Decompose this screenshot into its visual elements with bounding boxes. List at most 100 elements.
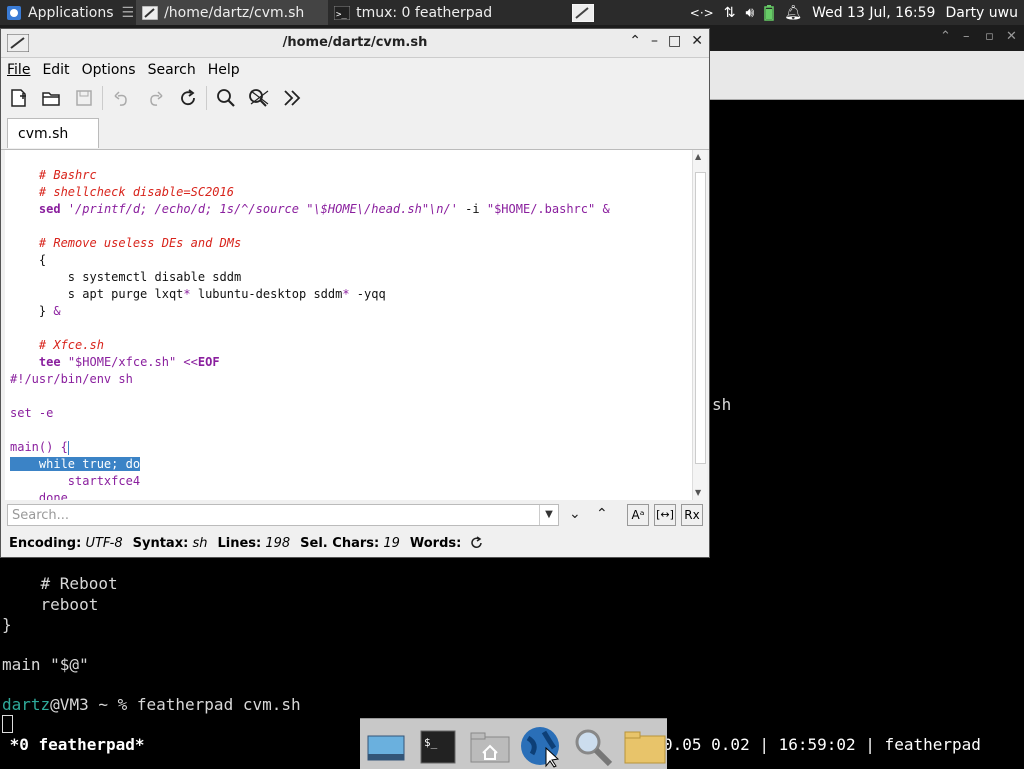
code-line: done: [10, 491, 68, 500]
minimize-icon[interactable]: ⌃: [940, 29, 951, 44]
svg-text:$_: $_: [424, 736, 438, 749]
restore-icon[interactable]: –: [963, 29, 970, 44]
refresh-words-icon[interactable]: [470, 536, 484, 550]
open-folder-icon: [41, 92, 60, 106]
code-line-selected: while true; do: [10, 457, 141, 471]
encoding-label: Encoding:: [9, 535, 82, 551]
open-file-button[interactable]: [34, 83, 67, 113]
tab-cvm-sh[interactable]: cvm.sh: [7, 118, 99, 148]
sel-chars-label: Sel. Chars:: [300, 535, 380, 551]
volume-icon[interactable]: 🔊︎: [745, 5, 754, 21]
terminal-icon[interactable]: $_: [416, 725, 460, 769]
code-line: sed '/printf/d; /echo/d; 1s/^/source "\$…: [38, 202, 610, 216]
tmux-status-right: 0.05 0.02 | 16:59:02 | featherpad: [663, 735, 981, 754]
scroll-down-icon[interactable]: ▼: [695, 488, 701, 497]
applications-icon: [7, 5, 21, 20]
show-desktop-icon[interactable]: [364, 725, 408, 769]
tab-bar: cvm.sh: [1, 117, 709, 150]
code-line: {: [10, 253, 47, 267]
match-case-button[interactable]: Aᵃ: [627, 504, 649, 526]
encoding-value: UTF-8: [85, 535, 123, 551]
code-line: } &: [10, 304, 61, 318]
code-line: s apt purge lxqt* lubuntu-desktop sddm* …: [10, 287, 386, 301]
syntax-label: Syntax:: [132, 535, 189, 551]
menu-file[interactable]: File: [1, 62, 36, 78]
featherpad-window: /home/dartz/cvm.sh ⌃ – □ ✕ File Edit Opt…: [0, 28, 710, 558]
minimize-icon[interactable]: –: [651, 33, 658, 49]
status-bar: Encoding: UTF-8 Syntax: sh Lines: 198 Se…: [1, 531, 709, 555]
regex-button[interactable]: Rx: [681, 504, 703, 526]
taskbar-item-tmux[interactable]: >_ tmux: 0 featherpad: [328, 0, 530, 25]
code-line: # shellcheck disable=SC2016: [10, 185, 234, 199]
dock: $_: [360, 718, 667, 769]
lines-value: 198: [265, 535, 291, 551]
whole-word-button[interactable]: [↔]: [654, 504, 676, 526]
svg-text:>_: >_: [336, 10, 347, 20]
sel-chars-value: 19: [383, 535, 400, 551]
search-bar: Search... ▼ ⌄ ⌃ Aᵃ [↔] Rx: [1, 501, 709, 531]
updates-icon[interactable]: ⇅: [724, 5, 736, 21]
taskbar-item-label: tmux: 0 featherpad: [356, 4, 493, 21]
taskbar-item-window[interactable]: [566, 0, 606, 25]
reload-icon: [180, 89, 195, 106]
menubar: File Edit Options Search Help: [1, 59, 709, 81]
search-input[interactable]: Search... ▼: [7, 504, 559, 526]
redo-button[interactable]: [138, 83, 171, 113]
toolbar: [1, 81, 709, 115]
terminal-text-fragment: sh: [712, 395, 732, 414]
go-to-line-button[interactable]: [275, 83, 308, 113]
text-editor[interactable]: # Bashrc # shellcheck disable=SC2016 sed…: [5, 150, 692, 500]
scrollbar-thumb[interactable]: [695, 172, 706, 464]
find-previous-button[interactable]: ⌃: [596, 506, 608, 522]
undo-button[interactable]: [105, 83, 138, 113]
tmux-window-label: *0 featherpad*: [0, 735, 145, 754]
maximize-icon[interactable]: □: [668, 33, 681, 49]
file-manager-icon[interactable]: [623, 725, 667, 769]
code-line: startxfce4: [10, 474, 141, 488]
applications-label: Applications: [28, 4, 114, 21]
reload-button[interactable]: [171, 83, 204, 113]
network-icon[interactable]: <·>: [690, 6, 714, 20]
double-chevron-icon: [283, 90, 300, 106]
menu-search[interactable]: Search: [142, 62, 202, 78]
save-icon: [75, 90, 92, 106]
syntax-value: sh: [192, 535, 208, 551]
close-icon[interactable]: ✕: [1006, 29, 1017, 44]
code-line: # Xfce.sh: [10, 338, 104, 352]
menu-options[interactable]: Options: [76, 62, 142, 78]
new-file-button[interactable]: [1, 83, 34, 113]
user-menu[interactable]: Darty uwu: [945, 5, 1018, 21]
search-icon: [216, 89, 235, 107]
find-next-button[interactable]: ⌄: [569, 506, 581, 522]
terminal-line: }: [2, 615, 12, 634]
applications-menu[interactable]: Applications: [0, 0, 120, 25]
find-button[interactable]: [209, 83, 242, 113]
terminal-line: reboot: [2, 595, 99, 614]
save-button[interactable]: [67, 83, 100, 113]
code-line: # Remove useless DEs and DMs: [10, 236, 242, 250]
taskbar-item-featherpad[interactable]: /home/dartz/cvm.sh: [136, 0, 329, 25]
shade-icon[interactable]: ⌃: [629, 33, 641, 49]
undo-icon: [113, 91, 127, 106]
vertical-scrollbar[interactable]: ▲ ▼: [692, 150, 707, 500]
web-browser-icon[interactable]: [519, 725, 563, 769]
window-icon: [572, 3, 595, 22]
featherpad-icon: [142, 5, 159, 20]
code-line: set -e: [10, 406, 54, 420]
maximize-icon[interactable]: ▫: [985, 29, 994, 44]
replace-button[interactable]: [242, 83, 275, 113]
taskbar-item-label: /home/dartz/cvm.sh: [164, 4, 305, 21]
notifications-icon[interactable]: 🔔︎: [784, 5, 802, 21]
new-file-icon: [10, 89, 26, 107]
search-history-dropdown-icon[interactable]: ▼: [539, 505, 558, 525]
scroll-up-icon[interactable]: ▲: [695, 152, 701, 161]
search-icon[interactable]: [571, 725, 615, 769]
home-folder-icon[interactable]: [468, 725, 512, 769]
battery-icon[interactable]: [764, 4, 775, 21]
window-titlebar[interactable]: /home/dartz/cvm.sh ⌃ – □ ✕: [1, 29, 709, 58]
menu-edit[interactable]: Edit: [36, 62, 75, 78]
close-icon[interactable]: ✕: [691, 33, 703, 49]
clock[interactable]: Wed 13 Jul, 16:59: [812, 5, 935, 21]
menu-help[interactable]: Help: [202, 62, 246, 78]
prompt-command: @VM3 ~ % featherpad cvm.sh: [50, 695, 301, 714]
